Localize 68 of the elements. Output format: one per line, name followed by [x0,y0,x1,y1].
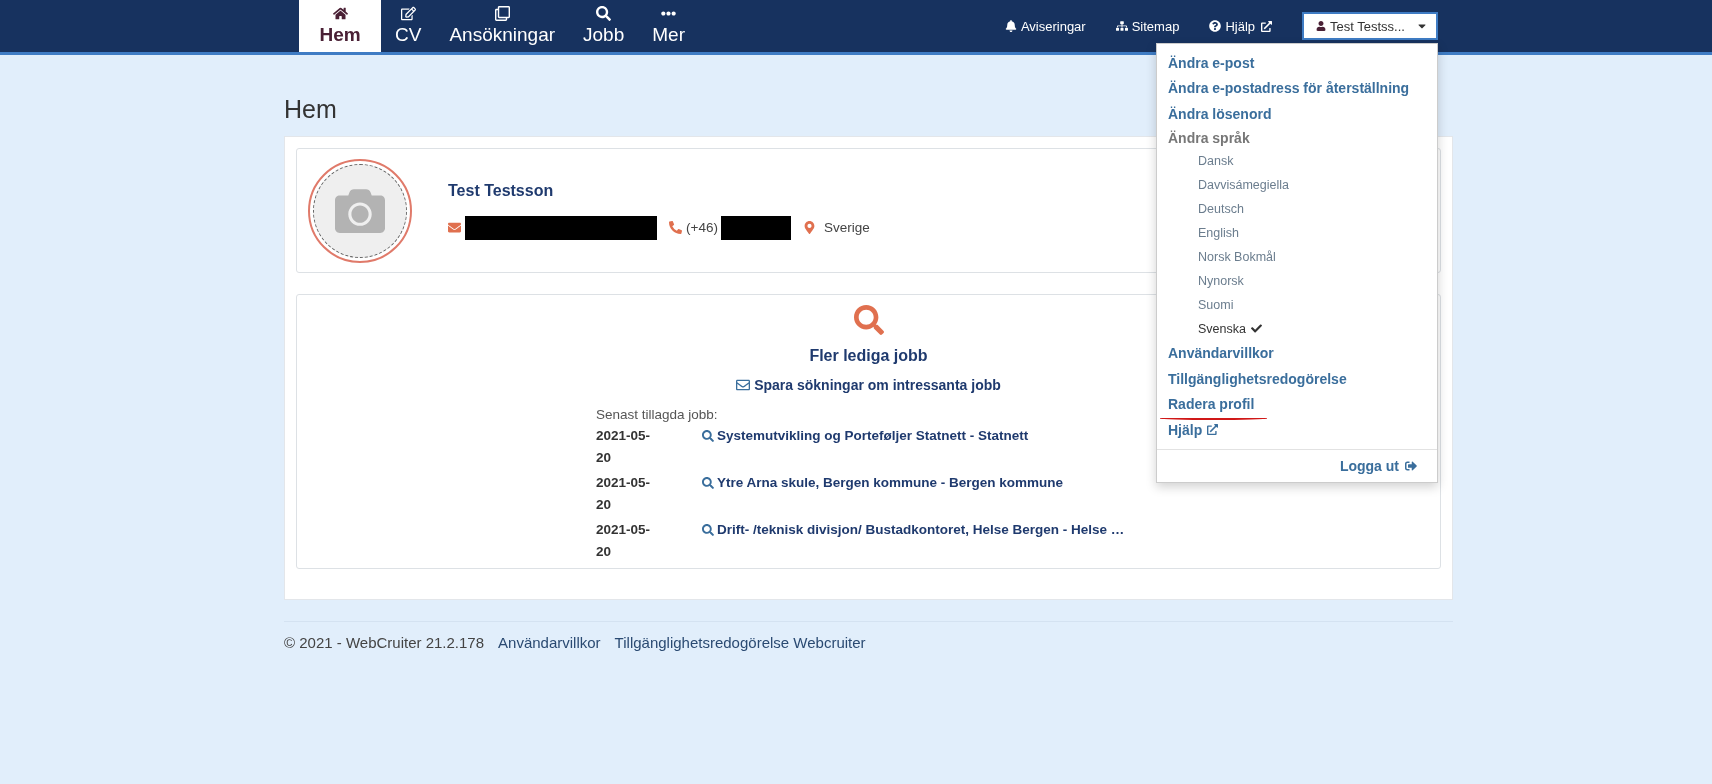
menu-item[interactable]: Användarvillkor [1157,340,1437,366]
recent-jobs-label: Senast tillagda jobb: [596,407,719,422]
search-icon [853,305,884,335]
tab-label: Hem [319,24,361,46]
footer-link[interactable]: Användarvillkor [498,634,601,651]
check-icon [1250,323,1262,334]
job-link[interactable]: Ytre Arna skule, Bergen kommune - Bergen kommune [702,472,1064,494]
menu-item[interactable]: Ändra e-post [1157,50,1437,76]
nav-tab[interactable]: Jobb [569,0,639,52]
nav-link[interactable]: Aviseringar [1004,18,1086,34]
logout-link[interactable]: Logga ut [1157,455,1437,476]
location-pin-icon [802,221,816,234]
copy-icon [494,6,510,21]
help-icon [1209,20,1222,32]
tab-label: Jobb [583,24,625,46]
search-icon [702,524,714,536]
menu-item[interactable]: Ändra lösenord [1157,101,1437,127]
language-option[interactable]: Deutsch [1157,196,1437,221]
footer-link[interactable]: Tillgänglighetsredogörelse Webcruiter [614,634,866,651]
save-searches-link[interactable]: Spara sökningar om intressanta jobb [736,377,1001,393]
job-link[interactable]: Systemutvikling og Porteføljer Statnett - Statnett [702,425,1029,447]
edit-icon [400,6,416,21]
nav-tab[interactable]: CV [381,0,436,52]
tab-label: Mer [652,24,685,46]
menu-item[interactable]: Radera profil [1157,391,1437,417]
page-title: Hem [284,95,337,124]
search-icon [702,430,714,442]
nav-link[interactable]: Hjälp [1209,18,1272,34]
jobs-title: Fler lediga jobb [809,347,928,365]
job-date: 2021-05-20 [596,427,652,467]
job-date: 2021-05-20 [596,521,652,561]
menu-item[interactable]: Ändra e-postadress för återställning [1157,75,1437,101]
user-menu-button[interactable]: Test Testss... [1302,12,1438,40]
external-link-icon [1261,20,1272,32]
tab-label: CV [395,24,422,46]
phone-icon [669,221,682,234]
language-option[interactable]: Suomi [1157,292,1437,317]
user-icon [1316,21,1326,31]
language-option[interactable]: Norsk Bokmål [1157,244,1437,269]
envelope-icon [448,221,461,234]
nav-tab[interactable]: Mer [638,0,699,52]
redaction-block [720,215,791,240]
envelope-icon [736,378,751,392]
nav-link[interactable]: Sitemap [1115,18,1180,34]
job-date: 2021-05-20 [596,474,652,514]
nav-tab[interactable]: Ansökningar [435,0,570,52]
menu-heading: Ändra språk [1167,128,1251,148]
search-icon [596,6,612,21]
sitemap-icon [1115,20,1128,32]
tab-label: Ansökningar [449,24,556,46]
logout-icon [1405,459,1417,472]
language-option[interactable]: Nynorsk [1157,268,1437,293]
menu-item[interactable]: Tillgänglighetsredogörelse [1157,366,1437,392]
location-text: Sverige [823,220,870,235]
menu-item[interactable]: Hjälp [1157,417,1437,443]
language-option[interactable]: English [1157,220,1437,245]
nav-tab[interactable]: Hem [299,0,381,52]
external-link-icon [1207,424,1219,436]
profile-name: Test Testsson [448,181,555,200]
language-option[interactable]: Svenska [1157,316,1437,341]
search-icon [702,477,714,489]
bell-icon [1004,20,1017,32]
phone-prefix: (+46) [686,220,718,235]
job-link[interactable]: Drift- /teknisk divisjon/ Bustadkontoret, Helse Bergen - Helse … [702,519,1125,541]
language-option[interactable]: Dansk [1157,148,1437,173]
house-icon [332,6,348,21]
language-option[interactable]: Davvisámegiella [1157,172,1437,197]
copyright-text: © 2021 - WebCruiter 21.2.178 [284,634,485,651]
